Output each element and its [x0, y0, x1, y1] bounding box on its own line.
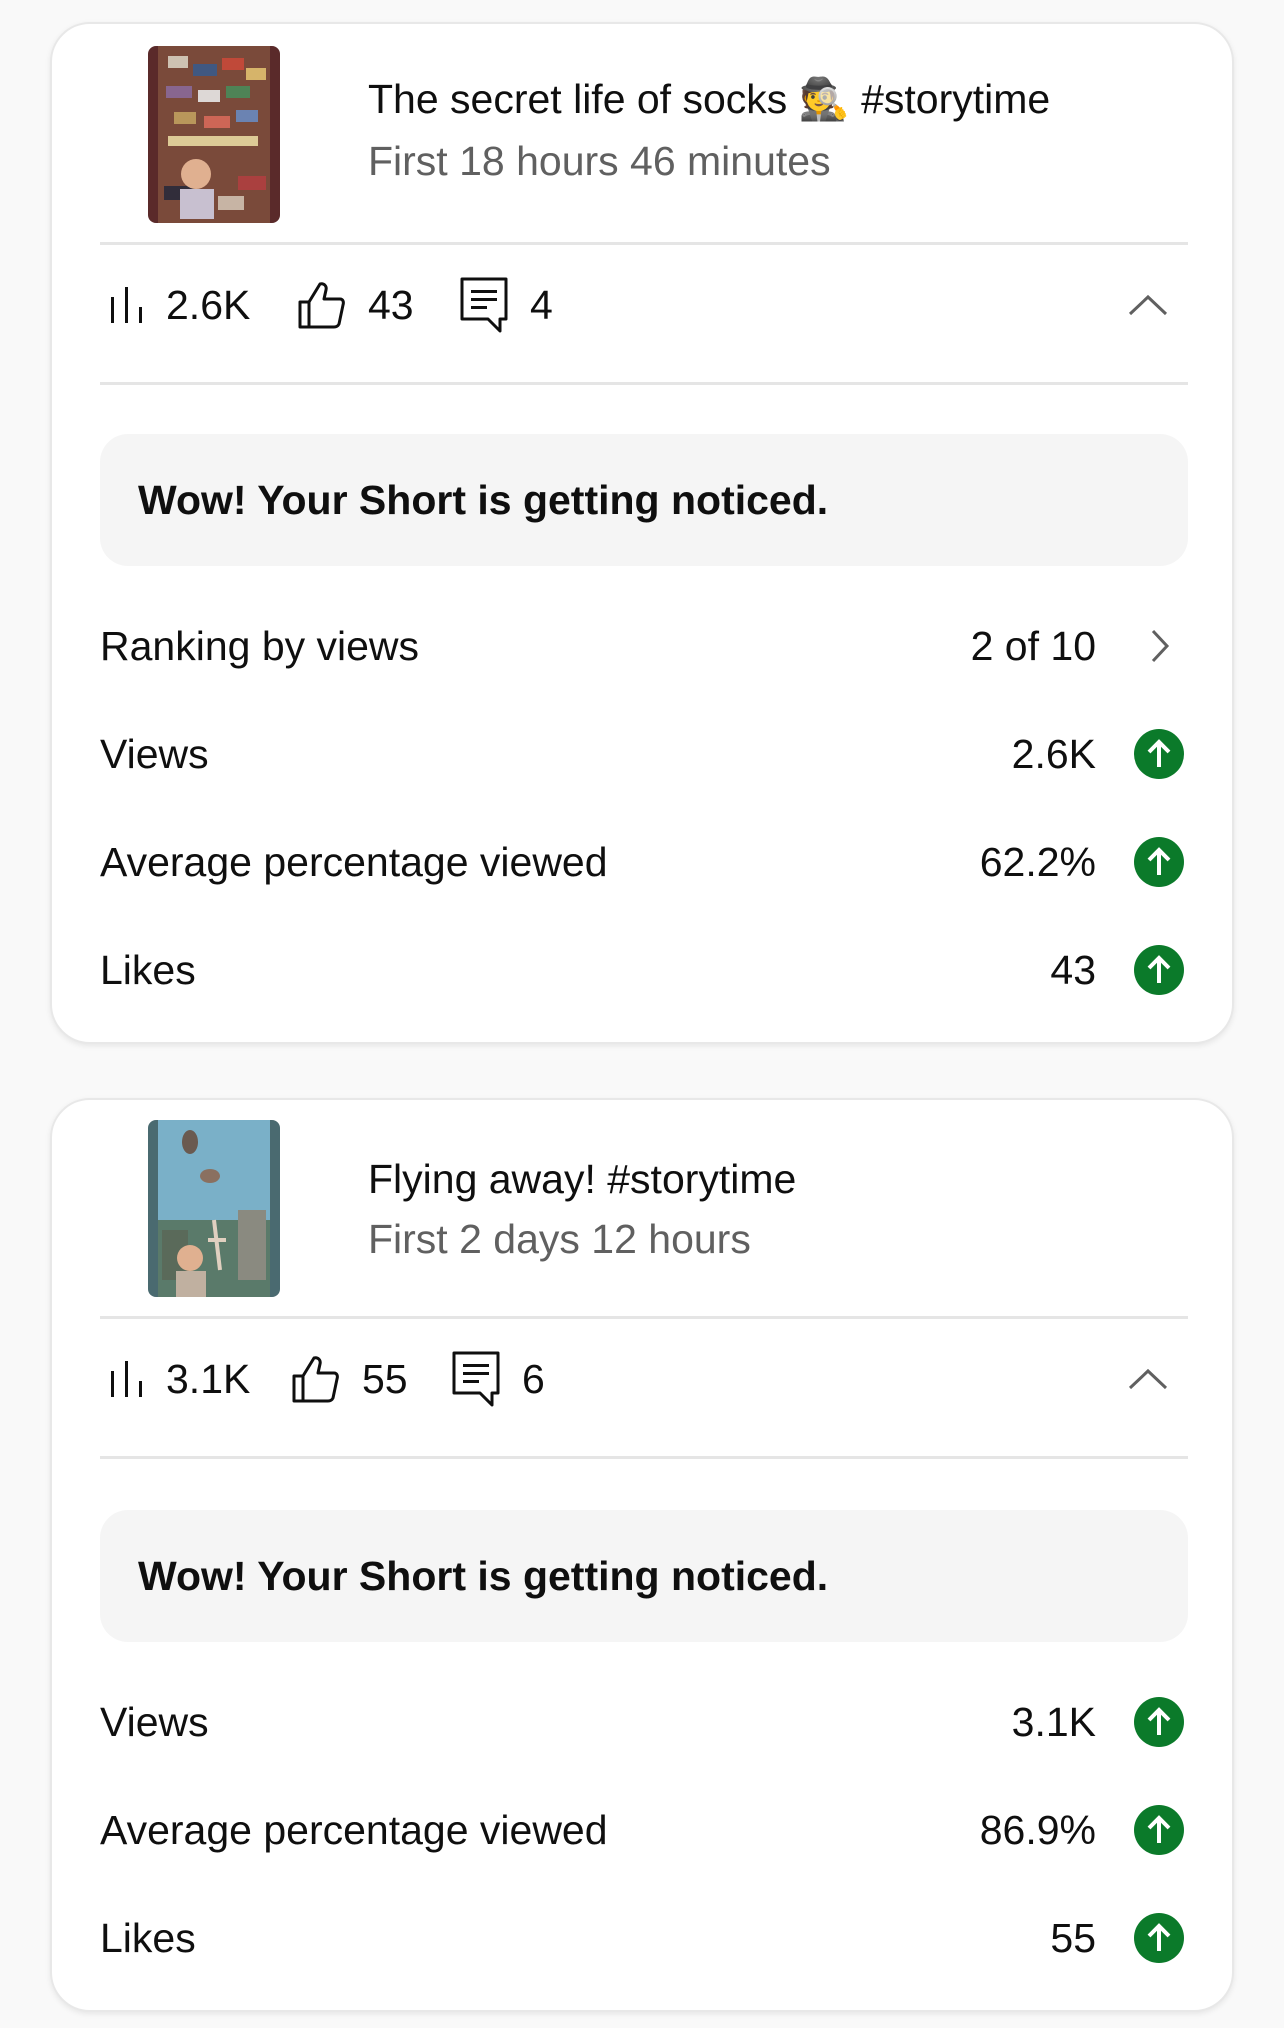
- chevron-up-icon: [1128, 294, 1168, 316]
- short-time-range: First 18 hours 46 minutes: [368, 138, 831, 184]
- metric-value: 43: [1050, 946, 1096, 993]
- metric-label: Views: [100, 730, 209, 777]
- metric-row-views: Views 3.1K: [100, 1668, 1188, 1776]
- comments-stat: 6: [452, 1323, 545, 1435]
- short-thumbnail[interactable]: [148, 46, 280, 223]
- bar-chart-icon: [111, 1361, 142, 1397]
- metric-row-views: Views 2.6K: [100, 700, 1188, 808]
- metric-value: 86.9%: [979, 1806, 1096, 1853]
- bar-chart-icon: [111, 287, 142, 323]
- comments-count: 6: [522, 1355, 545, 1402]
- comments-count: 4: [530, 281, 553, 328]
- chevron-up-icon: [1128, 1368, 1168, 1390]
- collapse-button[interactable]: [1120, 1351, 1176, 1407]
- short-time-range: First 2 days 12 hours: [368, 1216, 751, 1262]
- arrow-up-circle-icon: [1134, 837, 1184, 887]
- collapse-button[interactable]: [1120, 277, 1176, 333]
- divider: [100, 1316, 1188, 1319]
- noticed-banner: Wow! Your Short is getting noticed.: [100, 434, 1188, 566]
- ranking-value: 2 of 10: [970, 622, 1096, 669]
- metric-label: Likes: [100, 946, 196, 993]
- divider: [100, 1456, 1188, 1459]
- short-card: Flying away! #storytime First 2 days 12 …: [50, 1098, 1234, 2012]
- short-title: The secret life of socks 🕵️ #storytime: [368, 76, 1051, 122]
- comment-icon: [452, 1351, 500, 1407]
- chevron-right-icon: [1134, 621, 1184, 671]
- stats-row: 2.6K 43 4: [100, 249, 1188, 361]
- arrow-up-circle-icon: [1134, 1913, 1184, 1963]
- noticed-banner: Wow! Your Short is getting noticed.: [100, 1510, 1188, 1642]
- views-count: 2.6K: [166, 281, 251, 328]
- arrow-up-circle-icon: [1134, 945, 1184, 995]
- comment-icon: [460, 277, 508, 333]
- ranking-label: Ranking by views: [100, 622, 420, 669]
- views-count: 3.1K: [166, 1355, 251, 1402]
- stats-row: 3.1K 55 6: [100, 1323, 1188, 1435]
- likes-stat: 55: [290, 1323, 408, 1435]
- arrow-up-circle-icon: [1134, 1805, 1184, 1855]
- thumbs-up-icon: [292, 1356, 339, 1403]
- metric-row-likes: Likes 55: [100, 1884, 1188, 1992]
- arrow-up-circle-icon: [1134, 729, 1184, 779]
- metric-row-avg-viewed: Average percentage viewed 86.9%: [100, 1776, 1188, 1884]
- metric-value: 62.2%: [979, 838, 1096, 885]
- short-thumbnail[interactable]: [148, 1120, 280, 1297]
- metric-label: Likes: [100, 1914, 196, 1961]
- metric-label: Views: [100, 1698, 209, 1745]
- ranking-row[interactable]: Ranking by views 2 of 10: [100, 592, 1188, 700]
- arrow-up-circle-icon: [1134, 1697, 1184, 1747]
- short-title: Flying away! #storytime: [368, 1156, 797, 1202]
- likes-count: 43: [368, 281, 414, 328]
- short-title-block[interactable]: Flying away! #storytime First 2 days 12 …: [368, 1152, 1138, 1266]
- metric-value: 3.1K: [1011, 1698, 1096, 1745]
- views-stat: 3.1K: [110, 1323, 250, 1435]
- metric-row-avg-viewed: Average percentage viewed 62.2%: [100, 808, 1188, 916]
- likes-count: 55: [362, 1355, 408, 1402]
- metric-row-likes: Likes 43: [100, 916, 1188, 1024]
- thumbs-up-icon: [298, 282, 345, 329]
- divider: [100, 242, 1188, 245]
- metric-label: Average percentage viewed: [100, 1806, 608, 1853]
- short-card: The secret life of socks 🕵️ #storytime F…: [50, 22, 1234, 1044]
- views-stat: 2.6K: [110, 249, 250, 361]
- metric-value: 2.6K: [1011, 730, 1096, 777]
- likes-stat: 43: [296, 249, 414, 361]
- divider: [100, 382, 1188, 385]
- metric-value: 55: [1050, 1914, 1096, 1961]
- metric-label: Average percentage viewed: [100, 838, 608, 885]
- short-title-block[interactable]: The secret life of socks 🕵️ #storytime F…: [368, 72, 1138, 188]
- comments-stat: 4: [460, 249, 553, 361]
